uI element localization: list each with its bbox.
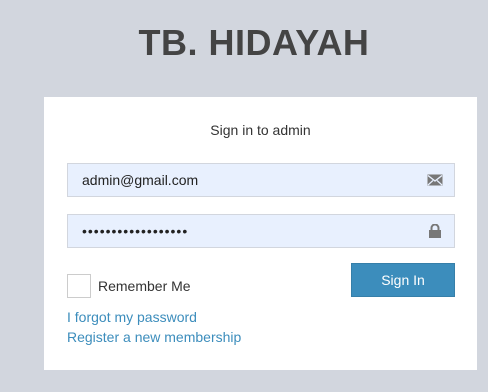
email-input[interactable] — [68, 164, 454, 196]
sign-in-button[interactable]: Sign In — [351, 263, 455, 297]
envelope-icon — [427, 174, 443, 186]
remember-me-label[interactable]: Remember Me — [98, 278, 191, 294]
remember-me-checkbox[interactable] — [67, 274, 91, 298]
password-input[interactable] — [68, 215, 454, 247]
register-membership-link[interactable]: Register a new membership — [67, 329, 241, 346]
app-logo[interactable]: TB. HIDAYAH — [0, 22, 496, 64]
email-field[interactable] — [67, 163, 455, 197]
login-box-message: Sign in to admin — [210, 122, 311, 138]
lock-icon — [429, 224, 441, 238]
forgot-password-link[interactable]: I forgot my password — [67, 309, 197, 326]
login-box: Sign in to admin Remember Me Sign In I f… — [44, 97, 477, 370]
password-field[interactable] — [67, 214, 455, 248]
remember-me[interactable]: Remember Me — [67, 274, 191, 298]
